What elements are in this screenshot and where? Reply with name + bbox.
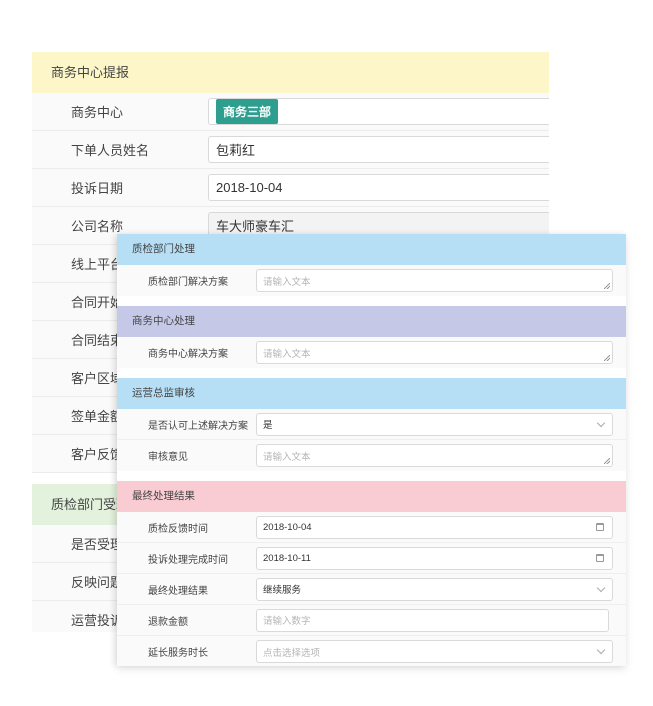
form-row-final-result: 最终处理结果 继续服务	[117, 574, 626, 605]
calendar-icon[interactable]	[596, 522, 604, 531]
review-opinion-textarea[interactable]: 请输入文本	[256, 444, 613, 467]
section-header-qc-handling: 质检部门处理	[117, 234, 626, 265]
form-row-bc-solution: 商务中心解决方案 请输入文本	[117, 337, 626, 368]
bc-solution-textarea[interactable]: 请输入文本	[256, 341, 613, 364]
section-header-bc-handling: 商务中心处理	[117, 306, 626, 337]
field-label: 下单人员姓名	[71, 143, 150, 158]
chevron-down-icon	[596, 418, 606, 427]
section-gap	[117, 296, 626, 306]
processing-panel: 质检部门处理 质检部门解决方案 请输入文本 商务中心处理 商务中心解决方案 请输…	[117, 234, 626, 666]
placeholder-text: 请输入文本	[263, 348, 311, 360]
form-row-business-center: 商务中心 商务三部	[32, 93, 549, 131]
complaint-date-input[interactable]: 2018-10-04	[208, 174, 549, 201]
form-row-orderer-name: 下单人员姓名 包莉红	[32, 131, 549, 169]
selected-value: 是	[263, 420, 273, 431]
field-label: 退款金额	[148, 616, 188, 628]
form-row-review-opinion: 审核意见 请输入文本	[117, 440, 626, 471]
field-label: 商务中心	[71, 105, 124, 120]
field-label: 质检反馈时间	[148, 523, 208, 535]
field-label: 审核意见	[148, 452, 188, 463]
form-row-extend-duration: 延长服务时长 点击选择选项	[117, 636, 626, 666]
form-row-feedback-time: 质检反馈时间 2018-10-04	[117, 512, 626, 543]
field-label: 最终处理结果	[148, 585, 208, 597]
resize-grip-icon[interactable]	[604, 283, 610, 289]
chevron-down-icon	[596, 583, 606, 592]
section-header-final-result: 最终处理结果	[117, 481, 626, 512]
resize-grip-icon[interactable]	[604, 355, 610, 361]
section-gap	[117, 368, 626, 378]
qc-solution-textarea[interactable]: 请输入文本	[256, 269, 613, 292]
field-label: 商务中心解决方案	[148, 349, 228, 360]
selected-value: 继续服务	[263, 585, 302, 596]
field-label: 投诉日期	[71, 181, 124, 196]
placeholder-text: 点击选择选项	[263, 647, 321, 659]
orderer-name-input[interactable]: 包莉红	[208, 136, 549, 163]
field-label: 质检部门解决方案	[148, 277, 228, 288]
field-label: 公司名称	[71, 219, 124, 234]
final-result-select[interactable]: 继续服务	[256, 577, 613, 601]
department-badge: 商务三部	[216, 99, 279, 124]
form-row-complaint-date: 投诉日期 2018-10-04	[32, 169, 549, 207]
resize-grip-icon[interactable]	[604, 458, 610, 464]
section-header-business-center: 商务中心提报	[32, 52, 549, 93]
date-value: 2018-10-11	[263, 552, 311, 564]
refund-amount-input[interactable]: 请输入数字	[256, 608, 609, 632]
date-value: 2018-10-04	[263, 521, 312, 533]
complete-time-date-input[interactable]: 2018-10-11	[256, 546, 613, 570]
form-row-complete-time: 投诉处理完成时间 2018-10-11	[117, 543, 626, 574]
form-row-approve: 是否认可上述解决方案 是	[117, 409, 626, 440]
placeholder-text: 请输入数字	[263, 616, 311, 627]
section-gap	[117, 471, 626, 481]
business-center-field[interactable]: 商务三部	[208, 98, 549, 125]
form-row-qc-solution: 质检部门解决方案 请输入文本	[117, 265, 626, 296]
form-row-refund-amount: 退款金额 请输入数字	[117, 605, 626, 636]
field-label: 投诉处理完成时间	[148, 554, 228, 566]
field-label: 是否认可上述解决方案	[148, 420, 248, 432]
approve-select[interactable]: 是	[256, 412, 613, 436]
calendar-icon[interactable]	[596, 553, 604, 562]
feedback-time-date-input[interactable]: 2018-10-04	[256, 515, 613, 539]
extend-duration-select[interactable]: 点击选择选项	[256, 640, 613, 663]
chevron-down-icon	[596, 645, 606, 655]
placeholder-text: 请输入文本	[263, 451, 311, 463]
field-label: 延长服务时长	[148, 648, 208, 659]
placeholder-text: 请输入文本	[263, 276, 311, 288]
section-header-ops-review: 运营总监审核	[117, 378, 626, 409]
